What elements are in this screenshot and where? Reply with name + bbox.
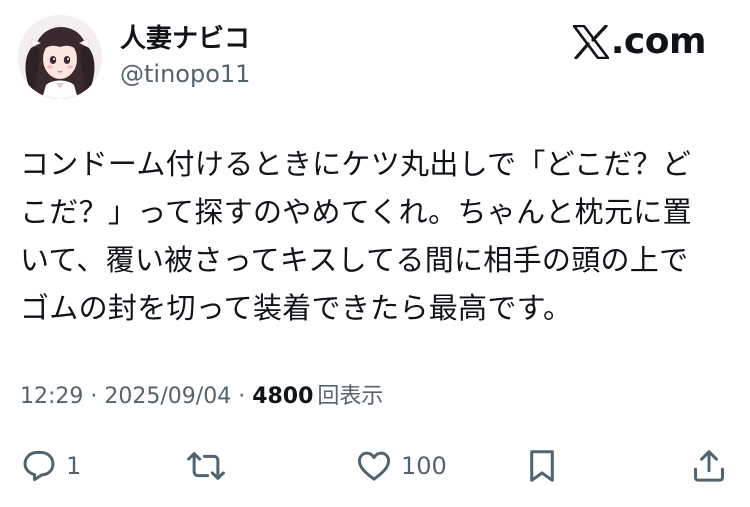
- x-brand-logo: .com: [572, 20, 707, 64]
- bookmark-button[interactable]: [523, 444, 561, 488]
- brand-domain-text: .com: [610, 21, 707, 62]
- avatar[interactable]: [18, 15, 102, 99]
- tweet-text: コンドーム付けるときにケツ丸出しで「どこだ？ど こだ？」って探すのやめてくれ。ち…: [20, 140, 720, 332]
- repost-icon: [187, 452, 225, 480]
- repost-button[interactable]: [186, 444, 226, 488]
- x-logo-icon: [572, 25, 609, 59]
- like-button[interactable]: 100: [355, 444, 447, 488]
- tweet-text-line: コンドーム付けるときにケツ丸出しで「どこだ？ど: [20, 147, 692, 181]
- tweet-date[interactable]: 2025/09/04: [104, 384, 231, 409]
- reply-button[interactable]: 1: [20, 444, 81, 488]
- meta-separator: ·: [83, 384, 105, 409]
- tweet-text-line: いて、覆い被さってキスしてる間に相手の頭の上で: [20, 243, 689, 277]
- heart-icon: [357, 451, 391, 481]
- views-label: 回表示: [317, 384, 384, 409]
- action-bar: 1 100: [0, 444, 750, 488]
- author-handle[interactable]: @tinopo11: [120, 58, 250, 90]
- avatar-illustration: [18, 15, 102, 99]
- tweet-time[interactable]: 12:29: [20, 384, 83, 409]
- tweet-card: 人妻ナビコ @tinopo11 .com コンドーム付けるときにケツ丸出しで「ど…: [0, 0, 750, 507]
- tweet-meta: 12:29 · 2025/09/04 · 4800 回表示: [20, 382, 383, 412]
- views-count[interactable]: 4800: [252, 384, 313, 409]
- author-display-name[interactable]: 人妻ナビコ: [120, 22, 250, 56]
- reply-count: 1: [66, 452, 82, 480]
- meta-separator: ·: [231, 384, 253, 409]
- share-button[interactable]: [690, 444, 728, 488]
- reply-icon: [23, 451, 55, 482]
- tweet-text-line: こだ？」って探すのやめてくれ。ちゃんと枕元に置: [20, 195, 692, 229]
- tweet-text-line: ゴムの封を切って装着できたら最高です。: [20, 291, 573, 325]
- bookmark-icon: [530, 450, 554, 482]
- like-count: 100: [401, 452, 447, 480]
- share-icon: [694, 450, 724, 482]
